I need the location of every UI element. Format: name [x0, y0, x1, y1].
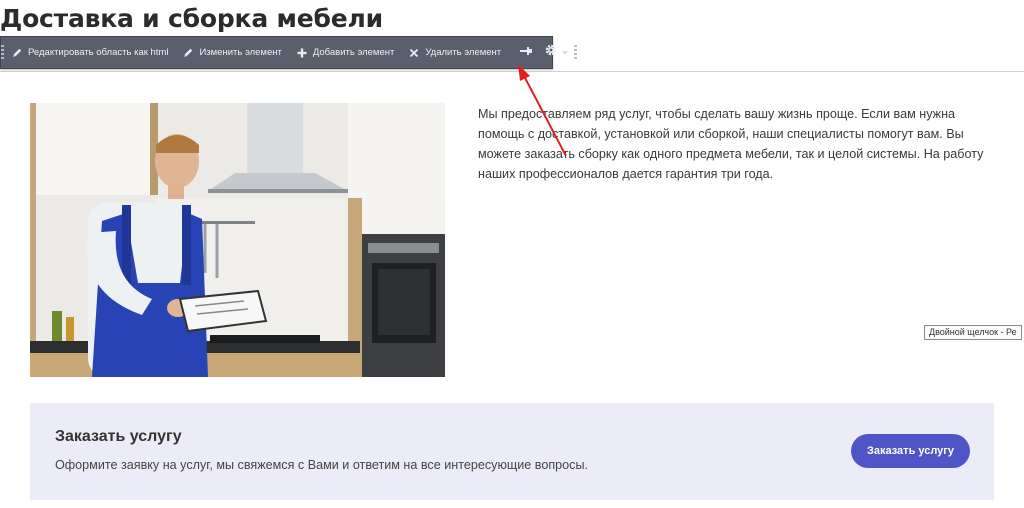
gear-icon	[544, 43, 558, 62]
intro-text: Мы предоставляем ряд услуг, чтобы сделат…	[478, 107, 984, 181]
pencil-icon	[182, 47, 194, 59]
toolbar-drag-handle-right[interactable]	[574, 37, 578, 68]
chevron-down-icon	[562, 50, 569, 55]
add-element-button[interactable]: Добавить элемент	[289, 37, 402, 68]
add-element-label: Добавить элемент	[312, 47, 395, 58]
delete-element-button[interactable]: Удалить элемент	[401, 37, 508, 68]
pin-icon[interactable]	[514, 46, 538, 59]
close-icon	[408, 47, 420, 59]
plus-icon	[296, 47, 308, 59]
service-photo	[30, 103, 445, 377]
page-title: Доставка и сборка мебели	[0, 4, 383, 33]
edit-toolbar: Редактировать область как html Изменить …	[0, 36, 578, 69]
edit-element-button[interactable]: Изменить элемент	[175, 37, 288, 68]
edit-element-label: Изменить элемент	[199, 47, 282, 58]
pencil-icon	[11, 47, 23, 59]
edit-area-html-button[interactable]: Редактировать область как html	[4, 37, 175, 68]
order-service-button[interactable]: Заказать услугу	[851, 434, 970, 468]
cta-description: Оформите заявку на услуг, мы свяжемся с …	[55, 458, 589, 472]
order-service-banner: Заказать услугу Оформите заявку на услуг…	[30, 403, 994, 500]
title-divider	[0, 71, 1024, 72]
settings-dropdown[interactable]	[538, 43, 574, 62]
delete-element-label: Удалить элемент	[425, 47, 502, 58]
edit-area-html-label: Редактировать область как html	[28, 47, 169, 58]
tooltip: Двойной щелчок - Ре	[924, 325, 1022, 340]
cta-title: Заказать услугу	[55, 428, 182, 445]
